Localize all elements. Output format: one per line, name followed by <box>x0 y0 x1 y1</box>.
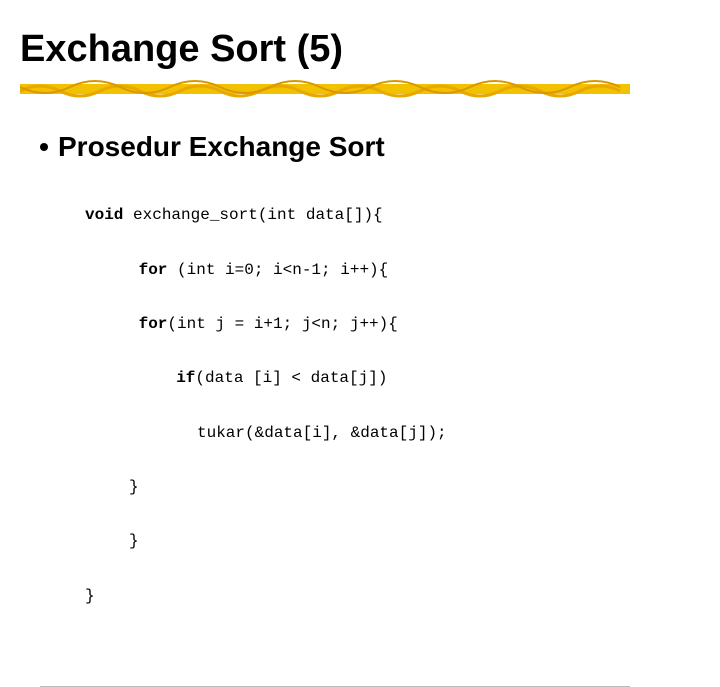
code-rest-4: (data [i] < data[j]) <box>195 369 387 387</box>
code-line-5: tukar(&data[i], &data[j]); <box>85 420 700 447</box>
code-brace-inner: } <box>129 478 139 496</box>
code-rest-1: exchange_sort(int data[]){ <box>123 206 382 224</box>
bullet-dot-icon <box>40 143 48 151</box>
code-kw-for-outer: for <box>129 261 167 279</box>
code-rest-2: (int i=0; i<n-1; i++){ <box>167 261 388 279</box>
code-rest-3: (int j = i+1; j<n; j++){ <box>167 315 397 333</box>
code-kw-if: if <box>157 369 195 387</box>
code-call-tukar: tukar(&data[i], &data[j]); <box>197 424 447 442</box>
code-line-4: if(data [i] < data[j]) <box>85 365 700 392</box>
slide: Exchange Sort (5) Prosedur Exchange Sort… <box>0 0 720 540</box>
code-line-8: } <box>85 583 700 610</box>
code-brace-outer: } <box>85 587 95 605</box>
code-line-1: void exchange_sort(int data[]){ <box>85 202 700 229</box>
bullet-item: Prosedur Exchange Sort <box>40 131 700 163</box>
code-line-6: } <box>85 474 700 501</box>
code-line-3: for(int j = i+1; j<n; j++){ <box>85 311 700 338</box>
bullet-text: Prosedur Exchange Sort <box>58 131 385 163</box>
code-block: void exchange_sort(int data[]){ for (int… <box>85 175 700 664</box>
code-kw-for-inner: for <box>129 315 167 333</box>
code-line-7: } <box>85 528 700 555</box>
title-underline <box>20 79 630 101</box>
code-line-2: for (int i=0; i<n-1; i++){ <box>85 257 700 284</box>
slide-title: Exchange Sort (5) <box>20 28 700 71</box>
underline-scribble-icon <box>20 79 630 101</box>
code-kw-void: void <box>85 206 123 224</box>
code-brace-mid: } <box>129 532 139 550</box>
